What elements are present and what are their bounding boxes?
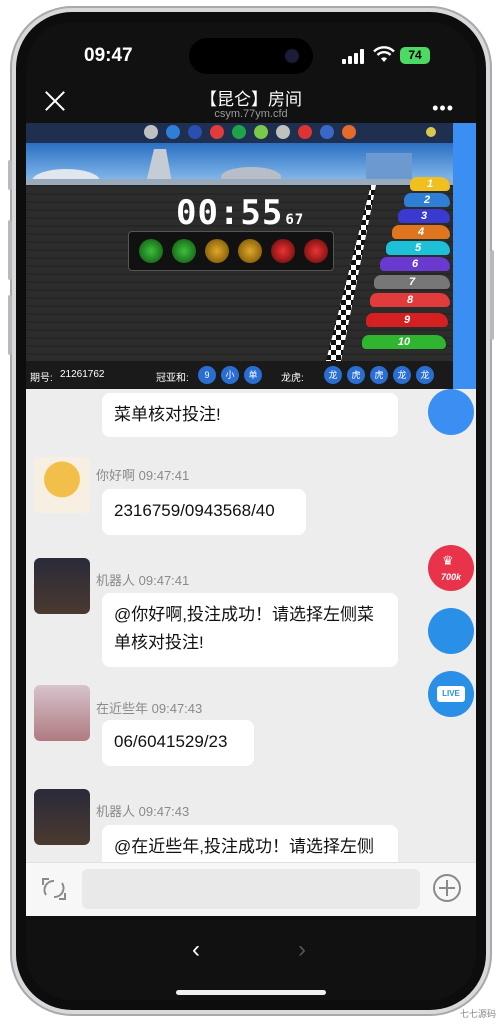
dragon-chip: 龙 <box>324 366 342 384</box>
yellow-light <box>205 239 229 263</box>
message-bubble: 2316759/0943568/40 <box>102 489 306 535</box>
live-label: LIVE <box>437 686 465 702</box>
yellow-light <box>238 239 262 263</box>
nav-bar: 【昆仑】房间 csym.77ym.cfd ••• <box>26 82 476 126</box>
sound-icon[interactable] <box>426 127 436 137</box>
watermark: 七七源码 <box>459 1009 496 1019</box>
live-tv-icon[interactable]: LIVE <box>428 671 474 717</box>
race-game-panel[interactable]: 00:55 67 1 2 3 4 5 6 7 8 9 10 期号: 2126176… <box>26 123 453 389</box>
message-meta: 你好啊 09:47:41 <box>96 468 190 483</box>
message-bubble: 06/6041529/23 <box>102 720 254 766</box>
result-ball <box>276 125 290 139</box>
message-input[interactable] <box>82 869 420 909</box>
red-light <box>271 239 295 263</box>
avatar[interactable] <box>34 457 90 513</box>
plus-icon[interactable] <box>433 874 461 902</box>
red-light <box>304 239 328 263</box>
dragon-chip: 龙 <box>416 366 434 384</box>
result-ball <box>232 125 246 139</box>
dynamic-island <box>189 38 313 74</box>
race-car: 2 <box>404 193 450 207</box>
message-meta: 在近些年 09:47:43 <box>96 701 203 716</box>
period-label: 期号: <box>30 373 53 384</box>
700k-icon[interactable]: 700k ♛ <box>428 545 474 591</box>
side-tab[interactable] <box>453 123 476 389</box>
browser-toolbar: ‹ › <box>26 916 476 1000</box>
race-car: 10 <box>362 335 446 349</box>
result-ball <box>188 125 202 139</box>
side-button <box>8 160 12 190</box>
volume-down-button <box>8 295 12 355</box>
volume-up-button <box>8 220 12 280</box>
clock: 09:47 <box>84 45 133 66</box>
race-car: 6 <box>380 257 450 271</box>
page-url: csym.77ym.cfd <box>214 108 288 120</box>
sum-label: 冠亚和: <box>156 373 189 384</box>
avatar[interactable] <box>34 558 90 614</box>
dragon-label: 龙虎: <box>281 373 304 384</box>
city-skyline <box>26 143 453 185</box>
result-ball <box>166 125 180 139</box>
badge-text: 700k <box>440 572 462 582</box>
race-car: 3 <box>398 209 450 223</box>
message-bubble: @你好啊,投注成功！请选择左侧菜单核对投注! <box>102 593 398 667</box>
race-car: 8 <box>370 293 450 307</box>
result-ball <box>342 125 356 139</box>
home-indicator <box>176 990 326 995</box>
dragon-chip: 虎 <box>370 366 388 384</box>
more-icon[interactable]: ••• <box>432 98 454 119</box>
result-ball <box>320 125 334 139</box>
refresh-icon[interactable] <box>428 389 474 435</box>
avatar[interactable] <box>34 685 90 741</box>
signal-icon <box>342 48 366 64</box>
dragon-chip: 龙 <box>393 366 411 384</box>
countdown-timer: 00:55 67 <box>176 193 305 233</box>
result-ball <box>210 125 224 139</box>
wifi-icon <box>373 46 395 62</box>
sum-chip: 单 <box>244 366 262 384</box>
race-car: 7 <box>374 275 450 289</box>
sum-chip: 小 <box>221 366 239 384</box>
game-info-bar: 期号: 21261762 冠亚和: 9 小 单 龙虎: 龙 虎 虎 龙 龙 <box>26 361 453 389</box>
chat-list[interactable]: 菜单核对投注! 你好啊 09:47:41 2316759/0943568/40 … <box>26 389 476 862</box>
support-icon[interactable] <box>428 608 474 654</box>
back-icon[interactable]: ‹ <box>192 936 200 964</box>
input-bar <box>26 862 476 917</box>
forward-icon[interactable]: › <box>298 936 306 964</box>
power-button <box>490 250 494 340</box>
message-meta: 机器人 09:47:41 <box>96 573 190 588</box>
period-number: 21261762 <box>60 369 105 380</box>
page-title: 【昆仑】房间 <box>200 90 302 109</box>
game-header <box>26 123 453 143</box>
race-car: 4 <box>392 225 450 239</box>
green-light <box>172 239 196 263</box>
screen: 09:47 74 【昆仑】房间 csym.77ym.cfd ••• 00:55 … <box>26 22 476 1000</box>
result-ball <box>144 125 158 139</box>
battery-indicator: 74 <box>400 47 430 64</box>
race-car: 5 <box>386 241 450 255</box>
message-bubble: 菜单核对投注! <box>102 393 398 437</box>
message-meta: 机器人 09:47:43 <box>96 804 190 819</box>
result-ball <box>254 125 268 139</box>
crown-icon: ♛ <box>442 553 454 568</box>
race-car: 1 <box>410 177 450 191</box>
switch-icon[interactable] <box>40 875 68 903</box>
sum-chip: 9 <box>198 366 216 384</box>
avatar[interactable] <box>34 789 90 845</box>
camera-icon <box>285 49 299 63</box>
status-bar: 09:47 74 <box>26 22 476 82</box>
race-car: 9 <box>366 313 448 327</box>
result-ball <box>298 125 312 139</box>
message-bubble: @在近些年,投注成功！请选择左侧 <box>102 825 398 862</box>
dragon-chip: 虎 <box>347 366 365 384</box>
green-light <box>139 239 163 263</box>
start-lights <box>128 231 334 271</box>
